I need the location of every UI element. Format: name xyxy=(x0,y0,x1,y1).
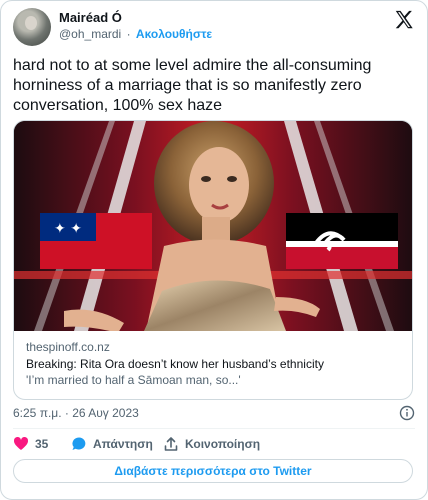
timestamp-row: 6:25 π.μ. · 26 Αυγ 2023 xyxy=(13,404,415,422)
tweet-embed: Mairéad Ó @oh_mardi · Ακολουθήστε hard n… xyxy=(0,0,428,500)
follow-button[interactable]: Ακολουθήστε xyxy=(136,27,212,41)
avatar[interactable] xyxy=(13,8,51,46)
tweet-text: hard not to at some level admire the all… xyxy=(13,57,372,114)
author-subline: @oh_mardi · Ακολουθήστε xyxy=(59,26,212,43)
share-button[interactable]: Κοινοποίηση xyxy=(163,435,260,453)
card-meta: thespinoff.co.nz Breaking: Rita Ora does… xyxy=(26,339,402,388)
share-icon xyxy=(164,437,178,451)
author-handle[interactable]: @oh_mardi xyxy=(59,27,121,41)
info-icon[interactable] xyxy=(399,405,415,421)
action-bar: 35 Απάντηση Κοινοποίηση xyxy=(13,435,415,453)
card-domain: thespinoff.co.nz xyxy=(26,340,110,354)
like-button[interactable]: 35 xyxy=(13,435,48,453)
separator-dot: · xyxy=(126,27,131,41)
samoa-flag: ✦ ✦ xyxy=(40,213,152,269)
divider xyxy=(13,428,415,429)
x-logo-icon[interactable] xyxy=(393,9,415,31)
card-photo: ✦ ✦ xyxy=(14,121,412,331)
tweet-timestamp[interactable]: 6:25 π.μ. · 26 Αυγ 2023 xyxy=(13,406,139,420)
card-description: 'I’m married to half a Sāmoan man, so...… xyxy=(26,373,241,387)
tino-rangatiratanga-flag xyxy=(286,213,398,269)
author-display-name[interactable]: Mairéad Ó xyxy=(59,9,212,26)
share-label: Κοινοποίηση xyxy=(185,437,261,451)
reply-button[interactable]: Απάντηση xyxy=(71,435,153,453)
heart-icon xyxy=(13,436,29,450)
read-more-button[interactable]: Διαβάστε περισσότερα στο Twitter xyxy=(13,459,413,483)
link-card[interactable]: ✦ ✦ thespinoff.co.nz Breaking: Rita Ora … xyxy=(13,120,413,400)
reply-label: Απάντηση xyxy=(93,437,153,451)
tweet-header: Mairéad Ó @oh_mardi · Ακολουθήστε xyxy=(13,7,415,47)
svg-text:✦ ✦: ✦ ✦ xyxy=(54,221,82,237)
card-image[interactable]: ✦ ✦ xyxy=(14,121,412,331)
card-title[interactable]: Breaking: Rita Ora doesn’t know her husb… xyxy=(26,356,402,372)
author-block: Mairéad Ó @oh_mardi · Ακολουθήστε xyxy=(59,9,212,43)
reply-bubble-icon xyxy=(72,437,86,450)
like-count: 35 xyxy=(35,437,49,451)
